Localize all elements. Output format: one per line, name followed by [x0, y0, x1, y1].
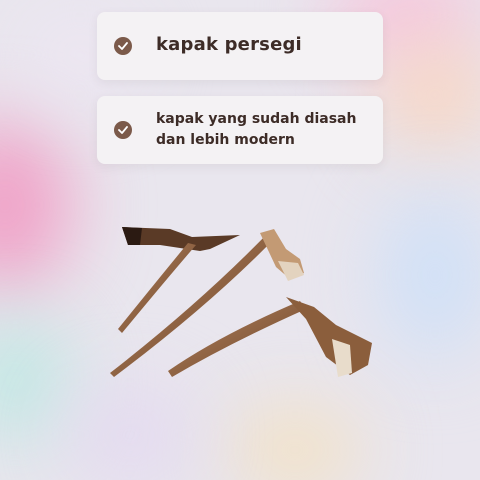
list-item-text: kapak yang sudah diasah dan lebih modern — [156, 111, 357, 148]
axes-image — [110, 227, 372, 377]
check-circle-icon — [114, 121, 132, 139]
check-circle-icon — [114, 37, 132, 55]
list-item-1: kapak persegi — [97, 12, 383, 80]
list-item-2: kapak yang sudah diasah dan lebih modern — [97, 96, 383, 164]
list-item-text: kapak persegi — [156, 34, 302, 55]
